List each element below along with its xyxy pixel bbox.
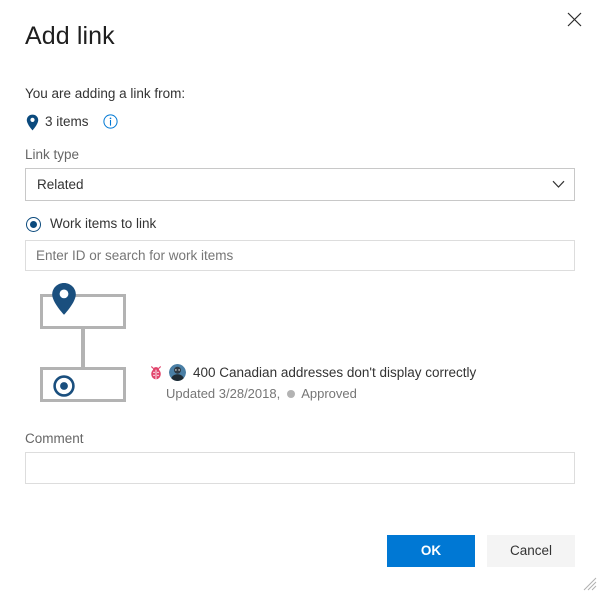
work-item-state: Approved — [301, 386, 357, 401]
close-button[interactable] — [559, 4, 589, 34]
close-icon — [567, 12, 582, 27]
radio-inner-dot — [30, 220, 37, 228]
work-items-to-link-radio[interactable]: Work items to link — [26, 214, 156, 234]
radio-selected-icon — [26, 216, 41, 232]
work-item-title: 400 Canadian addresses don't display cor… — [193, 365, 477, 380]
map-pin-icon — [25, 113, 39, 131]
link-tree-diagram — [40, 283, 130, 402]
avatar-icon — [169, 364, 186, 381]
tree-connector-line — [81, 329, 85, 367]
bug-icon — [148, 365, 163, 380]
cancel-button[interactable]: Cancel — [487, 535, 575, 567]
link-type-label: Link type — [25, 147, 80, 162]
target-icon — [53, 375, 75, 397]
comment-input[interactable] — [25, 452, 575, 484]
linked-work-item[interactable]: 400 Canadian addresses don't display cor… — [148, 363, 568, 403]
resize-grip[interactable] — [583, 577, 597, 591]
work-item-search-input[interactable] — [25, 240, 575, 271]
dialog-title: Add link — [25, 22, 115, 50]
link-type-dropdown[interactable]: Related — [25, 168, 575, 201]
chevron-down-icon — [542, 180, 574, 189]
comment-label: Comment — [25, 431, 84, 446]
adding-from-label: You are adding a link from: — [25, 86, 186, 101]
work-item-title-row: 400 Canadian addresses don't display cor… — [148, 363, 568, 382]
add-link-dialog: Add link You are adding a link from: 3 i… — [0, 0, 599, 593]
work-item-meta-row: Updated 3/28/2018, Approved — [148, 385, 568, 403]
ok-button[interactable]: OK — [387, 535, 475, 567]
dialog-footer: OK Cancel — [0, 535, 599, 567]
work-item-updated: Updated 3/28/2018, — [166, 386, 281, 401]
info-circle-icon[interactable] — [102, 114, 119, 130]
work-items-to-link-label: Work items to link — [50, 216, 157, 231]
source-items-count: 3 items — [45, 114, 89, 129]
link-type-value: Related — [37, 176, 84, 192]
source-items-row: 3 items — [25, 112, 119, 132]
map-pin-icon — [51, 282, 77, 316]
state-dot-icon — [287, 390, 296, 398]
